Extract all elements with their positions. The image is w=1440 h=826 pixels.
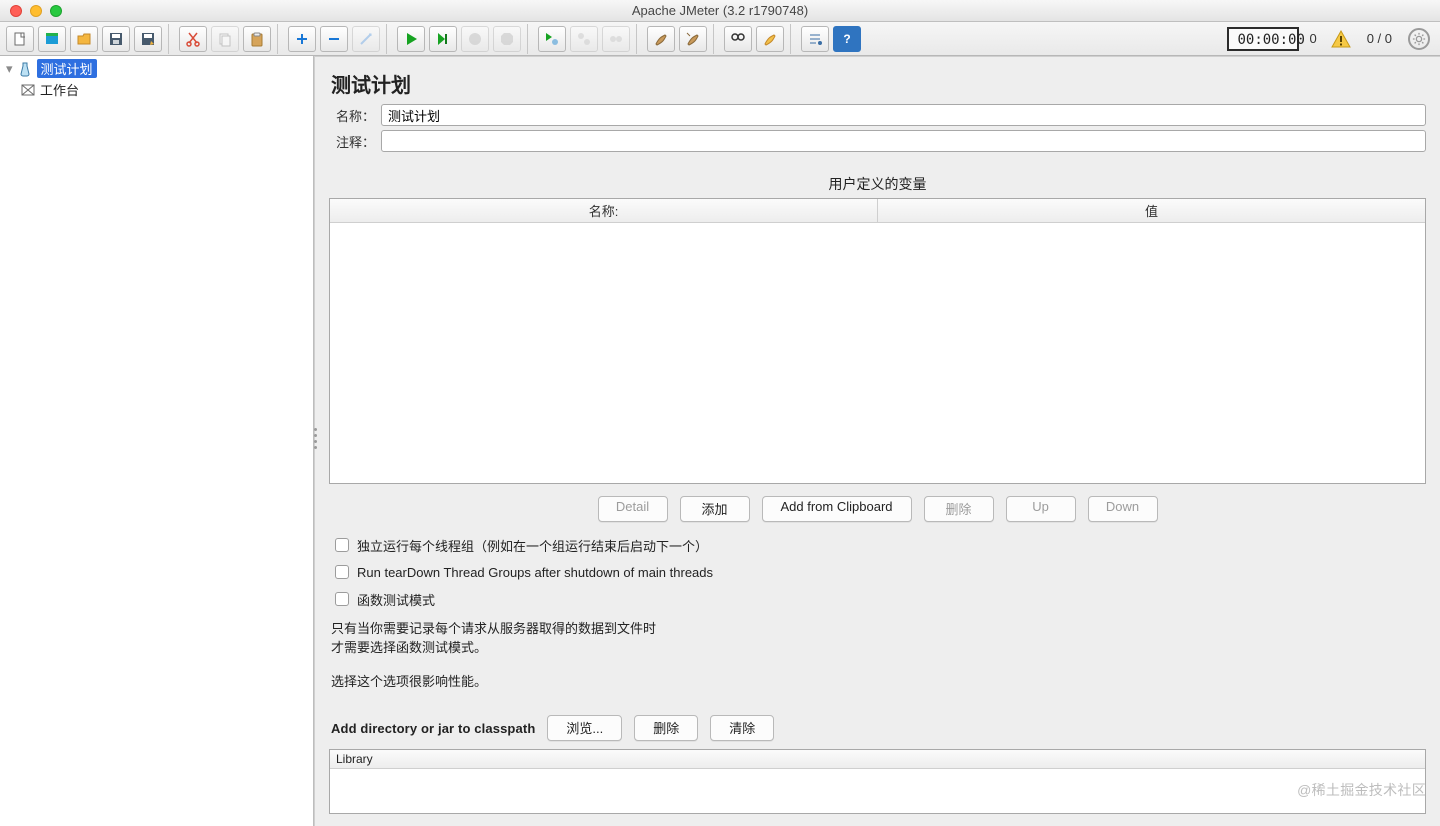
teardown-row: Run tearDown Thread Groups after shutdow… bbox=[335, 565, 1426, 580]
status-gear-icon[interactable] bbox=[1408, 28, 1430, 50]
new-file-button[interactable] bbox=[6, 26, 34, 52]
add-from-clipboard-button[interactable]: Add from Clipboard bbox=[762, 496, 912, 522]
name-field-row: 名称： bbox=[329, 104, 1426, 126]
elapsed-timer: 00:00:00 bbox=[1227, 27, 1299, 51]
delete-button[interactable]: 删除 bbox=[924, 496, 994, 522]
cut-button[interactable] bbox=[179, 26, 207, 52]
user-vars-title: 用户定义的变量 bbox=[329, 174, 1426, 194]
help-line-1: 只有当你需要记录每个请求从服务器取得的数据到文件时 bbox=[331, 619, 1426, 639]
tree-item-workbench[interactable]: 工作台 bbox=[18, 79, 309, 100]
up-button[interactable]: Up bbox=[1006, 496, 1076, 522]
teardown-checkbox[interactable] bbox=[335, 565, 349, 579]
clear-all-button[interactable] bbox=[679, 26, 707, 52]
start-button[interactable] bbox=[397, 26, 425, 52]
remote-start-button[interactable] bbox=[538, 26, 566, 52]
functional-mode-help: 只有当你需要记录每个请求从服务器取得的数据到文件时 才需要选择函数测试模式。 选… bbox=[331, 619, 1426, 692]
copy-button[interactable] bbox=[211, 26, 239, 52]
name-input[interactable] bbox=[381, 104, 1426, 126]
stop-button[interactable] bbox=[461, 26, 489, 52]
vars-header-name[interactable]: 名称: bbox=[330, 199, 878, 222]
paste-button[interactable] bbox=[243, 26, 271, 52]
toolbar-group-help: ? bbox=[795, 24, 867, 54]
detail-button[interactable]: Detail bbox=[598, 496, 668, 522]
save-button[interactable] bbox=[102, 26, 130, 52]
window-title: Apache JMeter (3.2 r1790748) bbox=[0, 3, 1440, 18]
classpath-row: Add directory or jar to classpath 浏览... … bbox=[331, 715, 1426, 741]
comment-label: 注释： bbox=[329, 132, 375, 151]
tree-item-label: 工作台 bbox=[40, 80, 79, 99]
help-line-2: 才需要选择函数测试模式。 bbox=[331, 638, 1426, 658]
tree-item-label: 测试计划 bbox=[37, 59, 97, 78]
function-helper-button[interactable] bbox=[801, 26, 829, 52]
teardown-label: Run tearDown Thread Groups after shutdow… bbox=[357, 565, 713, 580]
help-button[interactable]: ? bbox=[833, 26, 861, 52]
splitter-handle[interactable] bbox=[314, 428, 317, 468]
toolbar-group-run bbox=[391, 24, 528, 54]
library-header[interactable]: Library bbox=[330, 750, 1425, 769]
clear-button[interactable] bbox=[647, 26, 675, 52]
start-no-pause-button[interactable] bbox=[429, 26, 457, 52]
toolbar-group-edit bbox=[173, 24, 278, 54]
test-plan-icon bbox=[17, 61, 33, 77]
panel-heading: 测试计划 bbox=[331, 69, 1426, 98]
vars-header-value[interactable]: 值 bbox=[878, 199, 1425, 222]
expand-tree-button[interactable] bbox=[352, 26, 380, 52]
thread-count: 0 / 0 bbox=[1367, 31, 1392, 46]
vars-button-row: Detail 添加 Add from Clipboard 删除 Up Down bbox=[329, 496, 1426, 522]
classpath-label: Add directory or jar to classpath bbox=[331, 721, 535, 736]
remote-start-all-button[interactable] bbox=[570, 26, 598, 52]
toolbar-group-clear bbox=[641, 24, 714, 54]
window-minimize-button[interactable] bbox=[30, 5, 42, 17]
functional-mode-label: 函数测试模式 bbox=[357, 590, 435, 609]
window-close-button[interactable] bbox=[10, 5, 22, 17]
remove-node-button[interactable] bbox=[320, 26, 348, 52]
toolbar: ? 00:00:00 0 0 / 0 bbox=[0, 22, 1440, 56]
reset-search-button[interactable] bbox=[756, 26, 784, 52]
shutdown-button[interactable] bbox=[493, 26, 521, 52]
tree-item-test-plan[interactable]: ▾ 测试计划 bbox=[4, 58, 309, 79]
classpath-clear-button[interactable]: 清除 bbox=[710, 715, 774, 741]
expand-toggle-icon[interactable]: ▾ bbox=[6, 61, 13, 77]
svg-text:?: ? bbox=[843, 32, 850, 46]
toolbar-group-remote bbox=[532, 24, 637, 54]
window-maximize-button[interactable] bbox=[50, 5, 62, 17]
browse-button[interactable]: 浏览... bbox=[547, 715, 622, 741]
functional-mode-row: 函数测试模式 bbox=[335, 590, 1426, 609]
workbench-icon bbox=[20, 82, 36, 98]
classpath-delete-button[interactable]: 删除 bbox=[634, 715, 698, 741]
name-label: 名称： bbox=[329, 106, 375, 125]
toolbar-group-tree bbox=[282, 24, 387, 54]
test-plan-tree[interactable]: ▾ 测试计划 工作台 bbox=[0, 56, 314, 826]
main-panel: 测试计划 名称： 注释： 用户定义的变量 名称: 值 Detail 添加 Add… bbox=[314, 56, 1440, 826]
titlebar: Apache JMeter (3.2 r1790748) bbox=[0, 0, 1440, 22]
user-vars-table[interactable]: 名称: 值 bbox=[329, 198, 1426, 484]
add-node-button[interactable] bbox=[288, 26, 316, 52]
functional-mode-checkbox[interactable] bbox=[335, 592, 349, 606]
save-as-button[interactable] bbox=[134, 26, 162, 52]
comment-input[interactable] bbox=[381, 130, 1426, 152]
error-count: 0 bbox=[1309, 31, 1316, 46]
comment-field-row: 注释： bbox=[329, 130, 1426, 152]
serial-threadgroups-label: 独立运行每个线程组（例如在一个组运行结束后启动下一个） bbox=[357, 536, 708, 555]
templates-button[interactable] bbox=[38, 26, 66, 52]
remote-stop-button[interactable] bbox=[602, 26, 630, 52]
user-vars-header: 名称: 值 bbox=[330, 199, 1425, 223]
window-traffic-lights bbox=[0, 5, 62, 17]
library-panel[interactable]: Library bbox=[329, 749, 1426, 814]
serial-threadgroups-checkbox[interactable] bbox=[335, 538, 349, 552]
toolbar-group-file bbox=[6, 24, 169, 54]
warning-icon[interactable] bbox=[1331, 29, 1351, 49]
toolbar-group-search bbox=[718, 24, 791, 54]
open-button[interactable] bbox=[70, 26, 98, 52]
down-button[interactable]: Down bbox=[1088, 496, 1158, 522]
search-button[interactable] bbox=[724, 26, 752, 52]
serial-threadgroups-row: 独立运行每个线程组（例如在一个组运行结束后启动下一个） bbox=[335, 536, 1426, 555]
help-line-3: 选择这个选项很影响性能。 bbox=[331, 672, 1426, 692]
add-button[interactable]: 添加 bbox=[680, 496, 750, 522]
